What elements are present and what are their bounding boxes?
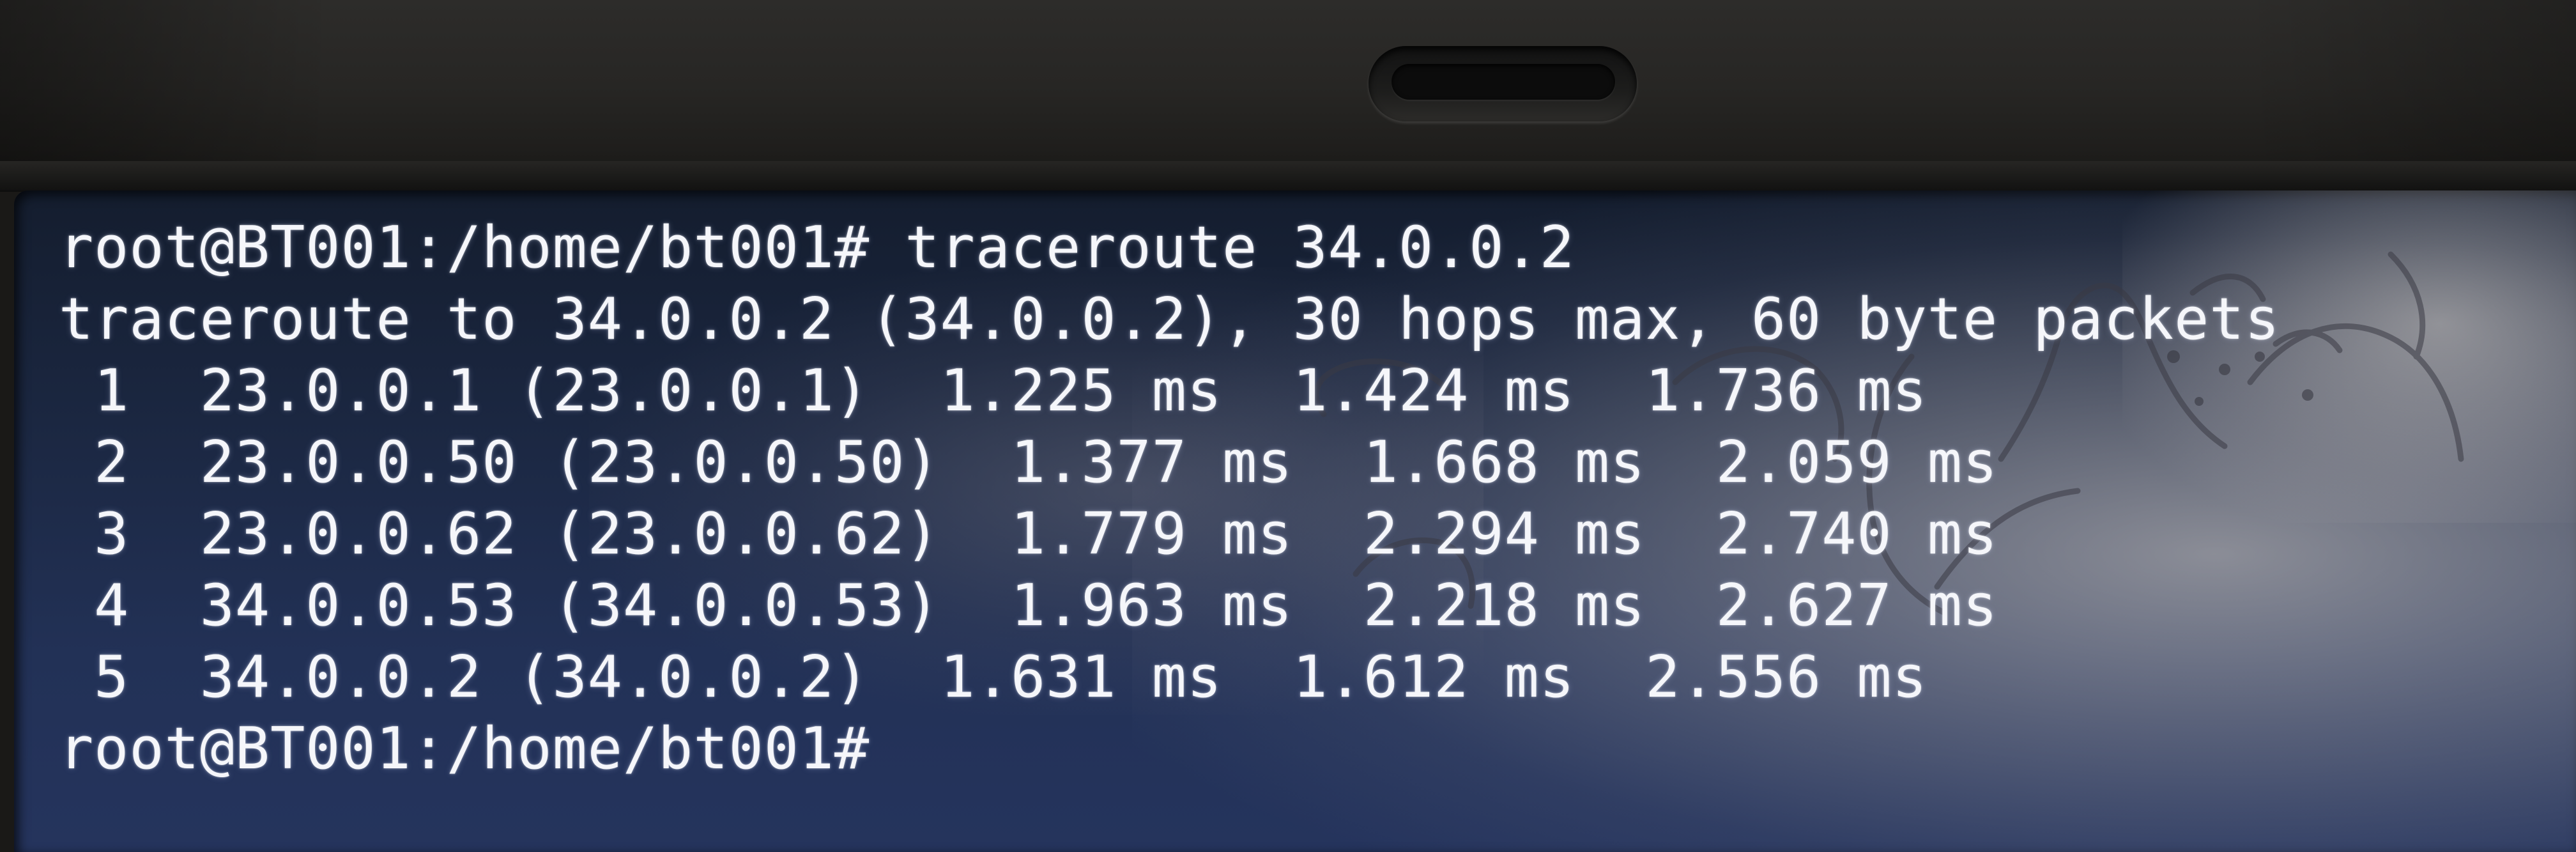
hop-row: 5 34.0.0.2 (34.0.0.2) 1.631 ms 1.612 ms … [59,644,1928,711]
bezel-lip [0,161,2576,190]
terminal-screen[interactable]: root@BT001:/home/bt001# traceroute 34.0.… [14,190,2576,852]
hop-row: 4 34.0.0.53 (34.0.0.53) 1.963 ms 2.218 m… [59,572,1998,639]
traceroute-header: traceroute to 34.0.0.2 (34.0.0.2), 30 ho… [59,286,2280,353]
terminal-output[interactable]: root@BT001:/home/bt001# traceroute 34.0.… [59,212,2280,785]
laptop-bezel [0,0,2576,192]
command-line: root@BT001:/home/bt001# traceroute 34.0.… [59,214,1575,281]
hop-row: 1 23.0.0.1 (23.0.0.1) 1.225 ms 1.424 ms … [59,357,1928,424]
hop-row: 2 23.0.0.50 (23.0.0.50) 1.377 ms 1.668 m… [59,429,1998,496]
shell-prompt[interactable]: root@BT001:/home/bt001# [59,713,2280,785]
webcam-slot [1392,64,1615,100]
hop-row: 3 23.0.0.62 (23.0.0.62) 1.779 ms 2.294 m… [59,500,1998,568]
